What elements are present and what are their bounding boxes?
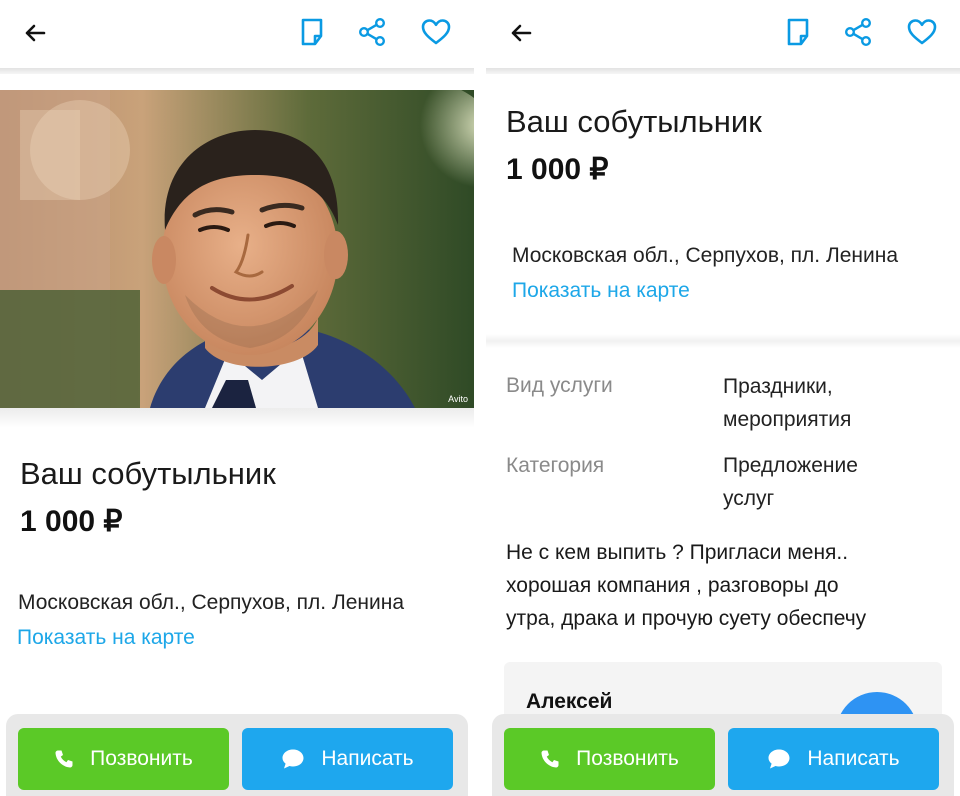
heart-icon (421, 19, 451, 45)
chat-bubble-icon (768, 749, 790, 769)
left-screen: Avito Ваш собутыльник 1 000 ₽ Московская… (0, 0, 474, 796)
call-button-label: Позвонить (90, 747, 193, 770)
top-bar (0, 0, 474, 68)
top-bar (486, 0, 960, 68)
note-button[interactable] (782, 16, 814, 48)
share-button[interactable] (842, 16, 874, 48)
description-line: хорошая компания , разговоры до (506, 574, 839, 597)
param-value-line: услуг (723, 487, 775, 510)
listing-price: 1 000 ₽ (506, 153, 609, 186)
share-icon (358, 18, 386, 47)
photo-divider (0, 408, 474, 428)
description-line: утра, драка и прочую суету обеспечу (506, 607, 867, 630)
param-value-category: Предложение услуг (723, 449, 923, 515)
show-on-map-link[interactable]: Показать на карте (512, 279, 690, 303)
seller-card[interactable]: Алексей (504, 662, 942, 774)
show-on-map-link[interactable]: Показать на карте (17, 626, 195, 650)
listing-photo[interactable]: Avito (0, 90, 474, 408)
write-button[interactable]: Написать (728, 728, 939, 790)
param-label-category: Категория (506, 454, 605, 477)
share-button[interactable] (356, 16, 388, 48)
description-line: Не с кем выпить ? Пригласи меня.. (506, 541, 849, 564)
action-bar: Позвонить Написать (6, 714, 468, 796)
portrait-illustration (0, 90, 474, 408)
call-button-label: Позвонить (576, 747, 679, 770)
favorite-button[interactable] (906, 16, 938, 48)
right-screen: Ваш собутыльник 1 000 ₽ Московская обл.,… (486, 0, 960, 796)
param-value-line: мероприятия (723, 408, 852, 431)
back-button[interactable] (506, 18, 536, 48)
chat-bubble-icon (282, 749, 304, 769)
listing-address: Московская обл., Серпухов, пл. Ленина (18, 591, 405, 614)
back-button[interactable] (20, 18, 50, 48)
param-label-service-type: Вид услуги (506, 374, 613, 397)
note-icon (301, 18, 323, 46)
write-button[interactable]: Написать (242, 728, 453, 790)
param-value-service-type: Праздники, мероприятия (723, 370, 923, 436)
call-button[interactable]: Позвонить (504, 728, 715, 790)
listing-address: Московская обл., Серпухов, пл. Ленина (512, 244, 899, 267)
write-button-label: Написать (321, 747, 414, 770)
listing-price: 1 000 ₽ (20, 505, 123, 538)
heart-icon (907, 19, 937, 45)
share-icon (844, 18, 872, 47)
phone-icon (55, 750, 73, 768)
section-divider (486, 334, 960, 348)
phone-icon (541, 750, 559, 768)
param-value-line: Праздники, (723, 375, 833, 398)
call-button[interactable]: Позвонить (18, 728, 229, 790)
listing-title: Ваш собутыльник (20, 456, 276, 491)
seller-name: Алексей (526, 690, 613, 713)
arrow-left-icon (25, 24, 46, 42)
photo-watermark: Avito (448, 394, 468, 404)
listing-description: Не с кем выпить ? Пригласи меня.. хороша… (506, 536, 946, 635)
note-icon (787, 18, 809, 46)
write-button-label: Написать (807, 747, 900, 770)
note-button[interactable] (296, 16, 328, 48)
action-bar: Позвонить Написать (492, 714, 954, 796)
arrow-left-icon (511, 24, 532, 42)
top-bar-shadow (0, 68, 474, 74)
listing-title: Ваш собутыльник (506, 104, 762, 139)
param-value-line: Предложение (723, 454, 858, 477)
favorite-button[interactable] (420, 16, 452, 48)
top-bar-shadow (486, 68, 960, 74)
